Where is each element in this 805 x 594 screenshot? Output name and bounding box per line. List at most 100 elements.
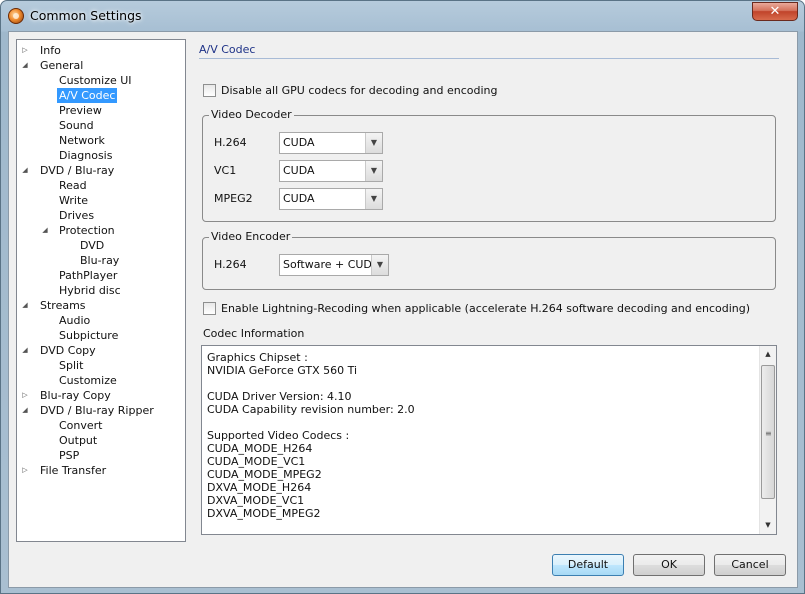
tree-item-customize[interactable]: Customize: [57, 373, 119, 388]
tree-item-dvd-copy[interactable]: DVD Copy: [38, 343, 98, 358]
tree-item-subpicture[interactable]: Subpicture: [57, 328, 120, 343]
window-title: Common Settings: [30, 8, 142, 23]
settings-tree[interactable]: ▷ Info ◢ General Customize UI A/V Codec Previe…: [16, 39, 186, 542]
decoder-vc1-select[interactable]: CUDA ▼: [279, 160, 383, 182]
tree-item-protection[interactable]: Protection: [57, 223, 117, 238]
tree-item-output[interactable]: Output: [57, 433, 99, 448]
tree-item-convert[interactable]: Convert: [57, 418, 105, 433]
lightning-recoding-checkbox[interactable]: [203, 302, 216, 315]
collapse-arrow-icon[interactable]: ◢: [21, 58, 29, 73]
tree-item-dvd[interactable]: DVD: [78, 238, 106, 253]
tree-item-network[interactable]: Network: [57, 133, 107, 148]
chevron-down-icon[interactable]: ▼: [365, 189, 382, 209]
grip-icon: ≡: [765, 429, 772, 438]
video-encoder-label: Video Encoder: [209, 230, 293, 243]
title-bar[interactable]: Common Settings ✕: [1, 1, 804, 31]
cancel-button[interactable]: Cancel: [714, 554, 786, 576]
tree-item-drives[interactable]: Drives: [57, 208, 96, 223]
decoder-mpeg2-label: MPEG2: [214, 192, 253, 205]
settings-window: Common Settings ✕ ▷ Info ◢ General Customize…: [0, 0, 805, 594]
decoder-mpeg2-select[interactable]: CUDA ▼: [279, 188, 383, 210]
video-decoder-label: Video Decoder: [209, 108, 294, 121]
tree-item-blu-ray-copy[interactable]: Blu-ray Copy: [38, 388, 113, 403]
codec-info-textbox[interactable]: Graphics Chipset : NVIDIA GeForce GTX 56…: [201, 345, 777, 535]
collapse-arrow-icon[interactable]: ◢: [21, 343, 29, 358]
tree-item-a-v-codec[interactable]: A/V Codec: [57, 88, 118, 103]
decoder-h264-value: CUDA: [283, 136, 315, 149]
tree-item-audio[interactable]: Audio: [57, 313, 92, 328]
scroll-down-icon[interactable]: ▼: [760, 517, 776, 534]
decoder-vc1-label: VC1: [214, 164, 237, 177]
collapse-arrow-icon[interactable]: ◢: [21, 163, 29, 178]
app-logo-icon: [8, 8, 24, 24]
tree-item-dvd-blu-ray[interactable]: DVD / Blu-ray: [38, 163, 116, 178]
section-title: A/V Codec: [199, 43, 256, 56]
close-button[interactable]: ✕: [752, 2, 798, 21]
video-decoder-group: Video Decoder H.264 CUDA ▼ VC1 CUDA ▼ MP…: [202, 108, 776, 222]
default-button[interactable]: Default: [552, 554, 624, 576]
tree-item-psp[interactable]: PSP: [57, 448, 81, 463]
tree-item-write[interactable]: Write: [57, 193, 90, 208]
collapse-arrow-icon[interactable]: ◢: [21, 298, 29, 313]
settings-panel: A/V Codec Disable all GPU codecs for dec…: [199, 32, 789, 552]
collapse-arrow-icon[interactable]: ◢: [41, 223, 49, 238]
disable-gpu-label[interactable]: Disable all GPU codecs for decoding and …: [221, 84, 498, 97]
encoder-h264-select[interactable]: Software + CUDA ▼: [279, 254, 389, 276]
encoder-h264-value: Software + CUDA: [283, 258, 380, 271]
tree-item-pathplayer[interactable]: PathPlayer: [57, 268, 119, 283]
scroll-up-icon[interactable]: ▲: [760, 346, 776, 363]
collapse-arrow-icon[interactable]: ◢: [21, 403, 29, 418]
scroll-thumb[interactable]: ≡: [761, 365, 775, 499]
video-encoder-group: Video Encoder H.264 Software + CUDA ▼: [202, 230, 776, 290]
encoder-h264-label: H.264: [214, 258, 247, 271]
chevron-down-icon[interactable]: ▼: [365, 161, 382, 181]
expand-arrow-icon[interactable]: ▷: [21, 43, 29, 58]
dialog-client: ▷ Info ◢ General Customize UI A/V Codec Previe…: [8, 31, 798, 588]
tree-item-hybrid-disc[interactable]: Hybrid disc: [57, 283, 123, 298]
tree-item-diagnosis[interactable]: Diagnosis: [57, 148, 114, 163]
ok-button[interactable]: OK: [633, 554, 705, 576]
decoder-h264-select[interactable]: CUDA ▼: [279, 132, 383, 154]
expand-arrow-icon[interactable]: ▷: [21, 388, 29, 403]
tree-item-sound[interactable]: Sound: [57, 118, 96, 133]
tree-item-split[interactable]: Split: [57, 358, 85, 373]
codec-info-text: Graphics Chipset : NVIDIA GeForce GTX 56…: [207, 351, 415, 534]
section-divider: [199, 58, 779, 59]
tree-item-blu-ray[interactable]: Blu-ray: [78, 253, 121, 268]
codec-info-label: Codec Information: [203, 327, 305, 340]
tree-item-general[interactable]: General: [38, 58, 85, 73]
expand-arrow-icon[interactable]: ▷: [21, 463, 29, 478]
decoder-mpeg2-value: CUDA: [283, 192, 315, 205]
tree-item-read[interactable]: Read: [57, 178, 89, 193]
tree-item-file-transfer[interactable]: File Transfer: [38, 463, 108, 478]
lightning-recoding-label[interactable]: Enable Lightning-Recoding when applicabl…: [221, 302, 750, 315]
tree-item-customize-ui[interactable]: Customize UI: [57, 73, 134, 88]
tree-item-dvd-blu-ray-ripper[interactable]: DVD / Blu-ray Ripper: [38, 403, 156, 418]
disable-gpu-checkbox[interactable]: [203, 84, 216, 97]
chevron-down-icon[interactable]: ▼: [371, 255, 388, 275]
tree-item-info[interactable]: Info: [38, 43, 63, 58]
tree-item-streams[interactable]: Streams: [38, 298, 88, 313]
codec-info-scrollbar[interactable]: ▲ ≡ ▼: [759, 346, 776, 534]
chevron-down-icon[interactable]: ▼: [365, 133, 382, 153]
tree-item-preview[interactable]: Preview: [57, 103, 104, 118]
